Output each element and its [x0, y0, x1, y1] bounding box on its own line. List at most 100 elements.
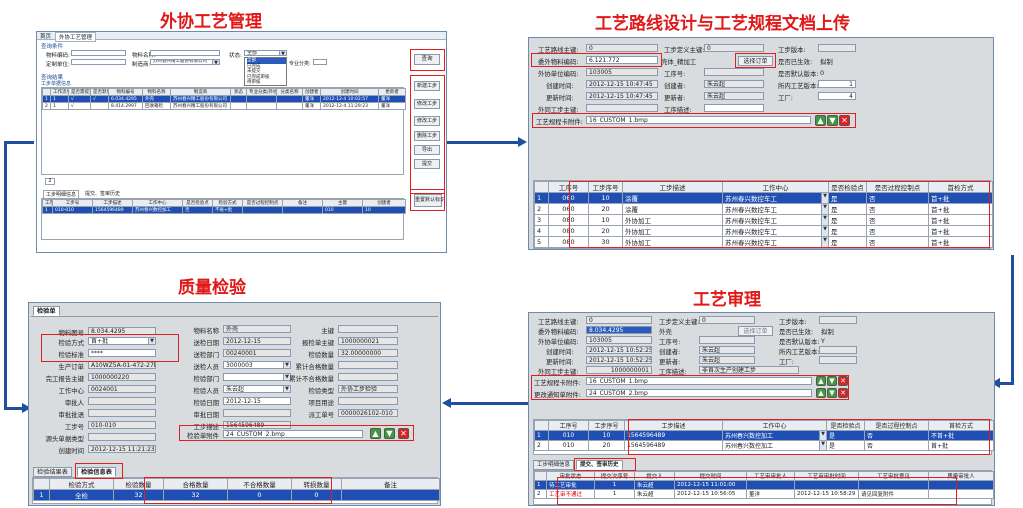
- table-row[interactable]: 1 010-010 1564596489 苏州春兴数控加工否不省+批 010 10: [42, 206, 406, 214]
- table-cell[interactable]: 外壳: [142, 95, 171, 103]
- inspect-date-field[interactable]: 2012-12-15: [223, 397, 291, 405]
- table-cell[interactable]: 1564596489: [92, 206, 133, 214]
- table-cell[interactable]: [282, 206, 323, 214]
- table-cell[interactable]: 1: [42, 95, 51, 103]
- column-header[interactable]: 备注: [341, 478, 440, 490]
- column-header[interactable]: 工作流单: [50, 88, 69, 96]
- table-cell[interactable]: 2: [534, 203, 549, 215]
- table-cell[interactable]: 060: [548, 192, 589, 204]
- table-cell[interactable]: [230, 102, 247, 110]
- column-header[interactable]: 工作中心: [132, 199, 183, 207]
- column-header[interactable]: 质量审批人: [928, 471, 994, 481]
- table-cell[interactable]: 董洋: [746, 489, 795, 499]
- arrow-up-icon[interactable]: ▲: [816, 376, 826, 386]
- column-header[interactable]: 主键: [322, 199, 363, 207]
- table-cell[interactable]: [242, 206, 283, 214]
- column-header[interactable]: 审批状态: [546, 471, 595, 481]
- column-header[interactable]: 工作中心: [722, 420, 827, 431]
- send-person-field[interactable]: 3000003 ▼: [223, 361, 291, 369]
- table-cell[interactable]: 32: [113, 489, 164, 501]
- attach2-field[interactable]: 24_CUSTOM_2.bmp: [586, 389, 812, 397]
- table-cell[interactable]: 20: [588, 440, 625, 451]
- table-row[interactable]: 2 工艺审不通过 1 朱云超 2012-12-15 10:56:05 董洋 2012-12-…: [534, 489, 994, 499]
- attach-field[interactable]: 16_CUSTOM_1.bmp: [586, 116, 811, 124]
- table-cell[interactable]: [276, 102, 303, 110]
- column-header[interactable]: 是否检验点: [826, 420, 865, 431]
- table-cell[interactable]: 苏州春兴精工股份有限公司: [170, 95, 231, 103]
- chevron-down-icon[interactable]: ▼: [148, 338, 155, 344]
- column-header[interactable]: 创建者: [362, 199, 406, 207]
- table-cell[interactable]: 2012-12-15 11:01:00: [674, 480, 747, 490]
- delete-icon[interactable]: ✕: [838, 376, 848, 386]
- page-indicator[interactable]: 2: [45, 178, 55, 185]
- table-cell[interactable]: 080: [548, 236, 589, 248]
- table-cell[interactable]: 董洋: [378, 102, 406, 110]
- table-cell[interactable]: 外协加工: [622, 236, 723, 248]
- tab-info[interactable]: 检验信息表: [77, 467, 116, 477]
- table-row[interactable]: 4 080 20 外协加工 苏州春兴数控车工 ▼ 是否首+批: [534, 225, 993, 237]
- column-header[interactable]: 是否检验点: [828, 181, 867, 193]
- table-cell[interactable]: 2: [534, 440, 549, 451]
- column-header[interactable]: [534, 471, 547, 481]
- chevron-down-icon[interactable]: ▼: [821, 204, 828, 214]
- table-row[interactable]: 3 080 10 外协加工 苏州春兴数控车工 ▼ 是否首+批: [534, 214, 993, 226]
- table-cell[interactable]: 32: [163, 489, 228, 501]
- table-row[interactable]: 1 010 10 1564596489 苏州春兴数控加工 ▼ 是否不首+批: [534, 430, 994, 441]
- table-cell[interactable]: 010-010: [52, 206, 93, 214]
- table-cell[interactable]: 0: [227, 489, 292, 501]
- column-header[interactable]: 提交时间: [674, 471, 747, 481]
- inspect-dept-field[interactable]: ▼: [223, 373, 291, 381]
- table-cell[interactable]: 1: [42, 206, 53, 214]
- material-name-input[interactable]: [150, 50, 220, 56]
- column-header[interactable]: 是否默认: [90, 88, 109, 96]
- column-header[interactable]: 专业分类/外协: [246, 88, 277, 96]
- table-cell[interactable]: 1: [534, 480, 547, 490]
- attach1-field[interactable]: 16_CUSTOM_1.bmp: [586, 377, 812, 385]
- table-row[interactable]: 2 010 20 1564596489 苏州春兴数控加工 ▼ 是否首+批: [534, 440, 994, 451]
- table-cell[interactable]: 否: [866, 225, 929, 237]
- outsource-code-field[interactable]: 6.121.772: [586, 56, 658, 64]
- table-cell[interactable]: 4: [534, 225, 549, 237]
- chevron-down-icon[interactable]: ▼: [819, 441, 826, 450]
- table-cell[interactable]: 朱云超: [634, 489, 675, 499]
- table-cell[interactable]: √: [68, 102, 91, 110]
- table-row[interactable]: 1 全检 32 32 0 0: [33, 489, 440, 501]
- table-cell[interactable]: 苏州春兴精工股份有限公司: [170, 102, 231, 110]
- table-cell[interactable]: [276, 95, 303, 103]
- table-cell[interactable]: 苏州春兴数控加工 ▼: [722, 440, 827, 451]
- column-header[interactable]: 首检方式: [928, 420, 994, 431]
- step-desc-field[interactable]: [704, 104, 764, 112]
- column-header[interactable]: 工艺审审批时间: [794, 471, 859, 481]
- table-cell[interactable]: [928, 480, 994, 490]
- chevron-down-icon[interactable]: ▼: [279, 51, 286, 55]
- table-cell[interactable]: 010: [322, 206, 363, 214]
- table-cell[interactable]: 1: [594, 480, 635, 490]
- tab-inspection[interactable]: 检验单: [33, 306, 60, 316]
- column-header[interactable]: 工步号: [52, 199, 93, 207]
- table-cell[interactable]: 2012-12-4 11:29:23: [320, 102, 379, 110]
- arrow-down-icon[interactable]: ▼: [827, 115, 838, 126]
- table-cell[interactable]: 是: [826, 430, 865, 441]
- category-select[interactable]: [313, 59, 327, 65]
- inspect-mode-field[interactable]: 首+批 ▼: [88, 337, 156, 345]
- chevron-down-icon[interactable]: ▼: [212, 60, 219, 64]
- table-cell[interactable]: 010: [548, 430, 589, 441]
- table-cell[interactable]: 苏州春兴数控加工 ▼: [722, 430, 827, 441]
- table-cell[interactable]: 080: [548, 214, 589, 226]
- table-cell[interactable]: 10: [588, 430, 625, 441]
- column-header[interactable]: 状态: [230, 88, 247, 96]
- table-cell[interactable]: 董洋: [378, 95, 406, 103]
- column-header[interactable]: 工艺审审批人: [746, 471, 795, 481]
- chevron-down-icon[interactable]: ▼: [821, 193, 828, 203]
- table-cell[interactable]: [246, 95, 277, 103]
- table-cell[interactable]: 2: [42, 102, 51, 110]
- table-cell[interactable]: 010: [548, 440, 589, 451]
- table-row[interactable]: 2 1 √ 8.414.2997 回收箱检 苏州春兴精工股份有限公司 董洋 2012-12-4…: [42, 102, 406, 110]
- table-cell[interactable]: 0: [291, 489, 342, 501]
- column-header[interactable]: 分类名称: [276, 88, 303, 96]
- tab-history[interactable]: 提交、签审历史: [83, 190, 122, 197]
- column-header[interactable]: 创建者: [302, 88, 321, 96]
- column-header[interactable]: 创建时间: [320, 88, 379, 96]
- side-action-button[interactable]: 新建工步: [414, 81, 440, 91]
- table-cell[interactable]: 10: [588, 214, 623, 226]
